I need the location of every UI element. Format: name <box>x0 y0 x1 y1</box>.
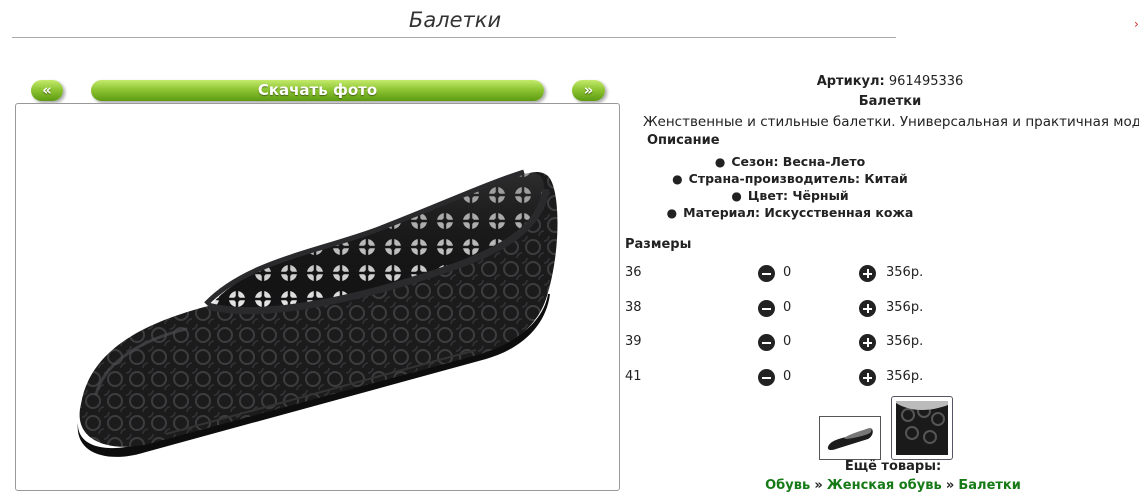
spec-text: Страна-производитель: Китай <box>688 171 908 186</box>
edge-mark: › <box>1134 17 1139 31</box>
bullet-icon: ● <box>672 172 683 186</box>
title-divider <box>12 37 896 38</box>
size-row: 39 0 356р. <box>625 334 945 352</box>
article-label: Артикул: <box>816 74 885 89</box>
sizes-heading: Размеры <box>625 237 692 252</box>
size-value: 36 <box>625 265 642 280</box>
product-photo <box>77 169 558 457</box>
size-row: 41 0 356р. <box>625 369 945 387</box>
bullet-icon: ● <box>714 155 726 169</box>
bullet-icon: ● <box>666 206 678 220</box>
minus-icon[interactable] <box>758 300 775 317</box>
download-photo-button[interactable]: Скачать фото <box>91 80 544 101</box>
thumbnail-image <box>827 428 873 451</box>
breadcrumb: Обувь » Женская обувь » Балетки <box>760 478 1026 493</box>
prev-photo-button[interactable]: « <box>31 80 63 101</box>
next-photo-button[interactable]: » <box>572 80 605 101</box>
price-value: 356р. <box>886 300 924 315</box>
price-value: 356р. <box>886 334 924 349</box>
size-row: 38 0 356р. <box>625 300 945 318</box>
article-value: 961495336 <box>888 74 964 89</box>
spec-item: ● Сезон: Весна-Лето <box>625 154 955 169</box>
minus-icon[interactable] <box>758 334 775 351</box>
size-value: 38 <box>625 300 642 315</box>
breadcrumb-link-women-shoes[interactable]: Женская обувь <box>827 478 942 493</box>
plus-icon[interactable] <box>859 300 876 317</box>
size-value: 39 <box>625 334 642 349</box>
article-row: Артикул: 961495336 <box>760 74 1020 89</box>
breadcrumb-link-shoes[interactable]: Обувь <box>765 478 810 493</box>
plus-icon[interactable] <box>859 369 876 386</box>
spec-text: Цвет: Чёрный <box>747 188 849 203</box>
spec-item: ● Страна-производитель: Китай <box>625 171 955 186</box>
closeup-thumbnail[interactable] <box>891 396 953 460</box>
breadcrumb-link-ballet-flats[interactable]: Балетки <box>958 478 1021 493</box>
plus-icon[interactable] <box>859 265 876 282</box>
description-heading: Описание <box>647 133 720 148</box>
spec-text: Материал: Искусственная кожа <box>683 205 914 220</box>
size-row: 36 0 356р. <box>625 265 945 283</box>
quantity-value: 0 <box>783 369 792 384</box>
quantity-value: 0 <box>783 334 792 349</box>
product-name: Балетки <box>858 94 922 109</box>
side-view-thumbnail[interactable] <box>819 416 881 460</box>
thumbnail-image <box>896 401 948 455</box>
size-value: 41 <box>625 369 642 384</box>
price-value: 356р. <box>886 265 924 280</box>
plus-icon[interactable] <box>859 334 876 351</box>
product-description: Женственные и стильные балетки. Универса… <box>643 114 1139 130</box>
quantity-value: 0 <box>783 265 792 280</box>
spec-text: Сезон: Весна-Лето <box>731 154 866 169</box>
bullet-icon: ● <box>731 189 742 203</box>
spec-item: ● Цвет: Чёрный <box>625 188 955 203</box>
minus-icon[interactable] <box>758 369 775 386</box>
minus-icon[interactable] <box>758 265 775 282</box>
breadcrumb-separator: » <box>814 478 823 493</box>
more-items-heading: Ещё товары: <box>844 459 942 474</box>
product-photo-frame <box>15 103 620 491</box>
spec-item: ● Материал: Искусственная кожа <box>625 205 955 220</box>
quantity-value: 0 <box>783 300 792 315</box>
page-title: Балетки <box>408 8 502 32</box>
price-value: 356р. <box>886 369 924 384</box>
breadcrumb-separator: » <box>945 478 955 493</box>
